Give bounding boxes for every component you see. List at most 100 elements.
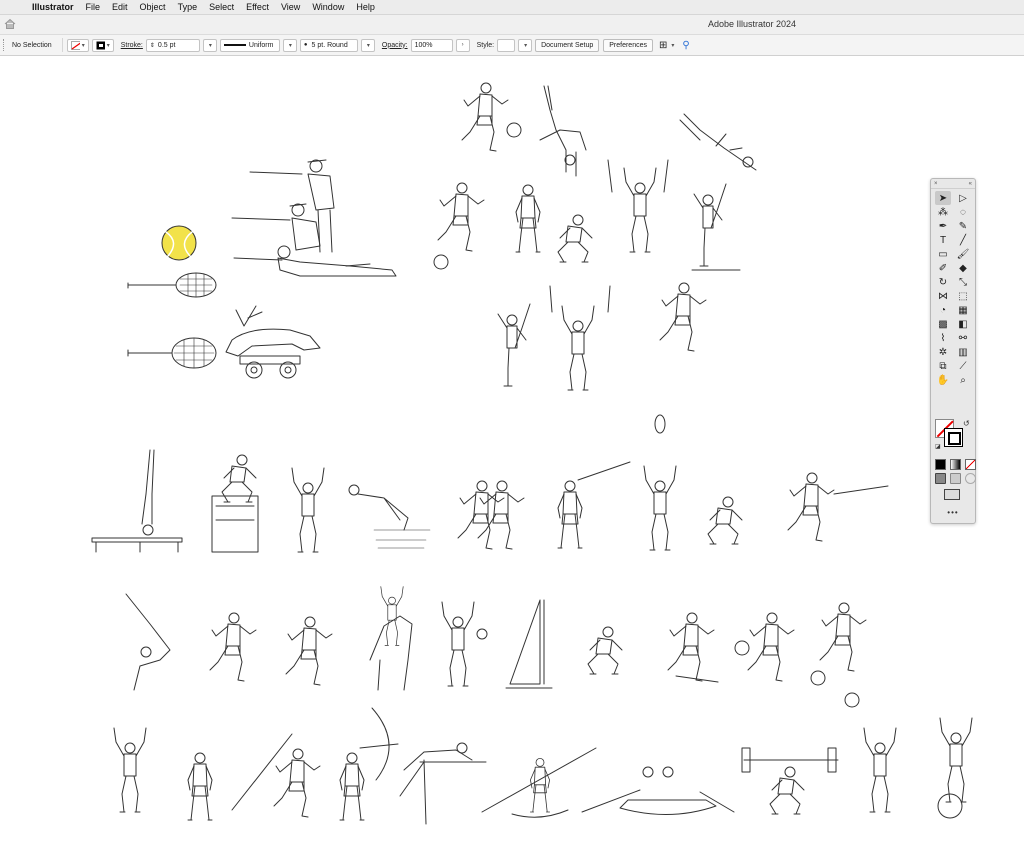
- zoom-tool-icon[interactable]: ⌕: [955, 373, 971, 387]
- shaper-tool-icon[interactable]: ✐: [935, 261, 951, 275]
- rings-gymnast-illustration[interactable]: [549, 285, 611, 391]
- cheering-athlete-illustration[interactable]: [113, 727, 147, 813]
- runner-illustration[interactable]: [285, 616, 333, 686]
- basketball-player-illustration[interactable]: [461, 82, 522, 152]
- athlete-standing-illustration[interactable]: [187, 752, 213, 821]
- collapse-icon[interactable]: «: [969, 181, 972, 187]
- gymnast-leg-up-illustration[interactable]: [691, 183, 741, 271]
- free-transform-tool-icon[interactable]: ⬚: [955, 289, 971, 303]
- runner-illustration[interactable]: [209, 612, 257, 682]
- style-dropdown[interactable]: ▾: [518, 38, 533, 52]
- opacity-dropdown[interactable]: ›: [455, 38, 470, 52]
- archer-illustration[interactable]: [339, 707, 399, 821]
- width-tool-icon[interactable]: ⋈: [935, 289, 951, 303]
- weightlifter-illustration[interactable]: [741, 747, 839, 815]
- perspective-grid-tool-icon[interactable]: ▦: [955, 303, 971, 317]
- paintbrush-tool-icon[interactable]: 🖌: [955, 247, 971, 261]
- sailboat-illustration[interactable]: [505, 599, 553, 689]
- athlete-stretch-illustration[interactable]: [291, 467, 325, 553]
- type-tool-icon[interactable]: T: [935, 233, 951, 247]
- deer-target-illustration[interactable]: [225, 305, 321, 379]
- rings-gymnast-illustration[interactable]: [607, 159, 669, 253]
- menu-edit[interactable]: Edit: [106, 2, 134, 12]
- lasso-tool-icon[interactable]: ◌: [955, 205, 971, 219]
- equestrian-torch-illustration[interactable]: [369, 586, 413, 691]
- document-setup-button[interactable]: Document Setup: [535, 38, 600, 52]
- stroke-swatch-black[interactable]: [944, 428, 963, 447]
- gradient-icon[interactable]: [950, 459, 961, 470]
- home-icon[interactable]: [4, 18, 16, 30]
- basketball-player-illustration[interactable]: [734, 612, 795, 682]
- direct-selection-tool-icon[interactable]: ▷: [955, 191, 971, 205]
- gymnast-floor-illustration[interactable]: [679, 113, 757, 171]
- rectangle-tool-icon[interactable]: ▭: [935, 247, 951, 261]
- gymnast-handstand-illustration[interactable]: [539, 85, 587, 177]
- none-icon[interactable]: [965, 459, 976, 470]
- tennis-ball-illustration[interactable]: [161, 225, 197, 261]
- chevron-down-icon[interactable]: ▾: [671, 42, 674, 49]
- stroke-label[interactable]: Stroke:: [121, 42, 143, 49]
- menu-help[interactable]: Help: [350, 2, 381, 12]
- graphic-style-swatch[interactable]: [497, 38, 516, 52]
- swap-fill-stroke-icon[interactable]: ↺: [963, 419, 970, 428]
- selection-tool-icon[interactable]: ➤: [935, 191, 951, 205]
- fill-swatch[interactable]: ▾: [66, 38, 89, 52]
- rowing-team-illustration[interactable]: [581, 766, 735, 815]
- opacity-field[interactable]: 100%: [410, 38, 453, 52]
- curvature-tool-icon[interactable]: ✎: [955, 219, 971, 233]
- kayaker-illustration[interactable]: [481, 747, 597, 818]
- menu-effect[interactable]: Effect: [240, 2, 275, 12]
- basketball-jumper-illustration[interactable]: [844, 692, 897, 813]
- soccer-player-illustration[interactable]: [810, 602, 867, 686]
- ball-thrower-illustration[interactable]: [441, 601, 488, 687]
- menu-window[interactable]: Window: [306, 2, 350, 12]
- arrange-documents-icon[interactable]: ⊞: [659, 40, 667, 51]
- symbol-sprayer-tool-icon[interactable]: ✲: [935, 345, 951, 359]
- handstand-bench-illustration[interactable]: [91, 449, 183, 553]
- color-icon[interactable]: [935, 459, 946, 470]
- variable-width-profile-select[interactable]: Uniform: [219, 38, 280, 52]
- screen-mode-icon[interactable]: [944, 489, 960, 500]
- slice-tool-icon[interactable]: ⟋: [955, 359, 971, 373]
- athlete-standing-illustration[interactable]: [515, 184, 541, 253]
- close-icon[interactable]: ×: [934, 181, 938, 187]
- tennis-racket-illustration[interactable]: [127, 272, 217, 298]
- brush-definition-select[interactable]: ● 5 pt. Round: [299, 38, 358, 52]
- menu-file[interactable]: File: [80, 2, 107, 12]
- menu-app-illustrator[interactable]: Illustrator: [26, 2, 80, 12]
- menu-object[interactable]: Object: [134, 2, 172, 12]
- breakdancer-illustration[interactable]: [587, 626, 623, 675]
- eyedropper-tool-icon[interactable]: ⌇: [935, 331, 951, 345]
- menu-view[interactable]: View: [275, 2, 306, 12]
- skateboarder-illustration[interactable]: [667, 612, 719, 683]
- javelin-thrower-illustration[interactable]: [231, 733, 321, 818]
- cyclist-illustration[interactable]: [937, 717, 973, 819]
- tools-panel-header[interactable]: × «: [931, 179, 975, 189]
- hockey-player-illustration[interactable]: [707, 496, 743, 545]
- artboard-canvas[interactable]: [0, 56, 1024, 853]
- mesh-tool-icon[interactable]: ▩: [935, 317, 951, 331]
- rifle-shooters-illustration[interactable]: [231, 159, 397, 277]
- preferences-button[interactable]: Preferences: [603, 38, 653, 52]
- default-fill-stroke-icon[interactable]: ◪: [935, 443, 941, 450]
- edit-toolbar-icon[interactable]: •••: [931, 508, 975, 517]
- stroke-swatch[interactable]: ▾: [91, 38, 114, 52]
- menu-type[interactable]: Type: [172, 2, 204, 12]
- shape-builder-tool-icon[interactable]: ◔: [935, 303, 951, 317]
- hunter-rifle-illustration[interactable]: [557, 461, 631, 549]
- menu-select[interactable]: Select: [203, 2, 240, 12]
- profile-dropdown[interactable]: ▾: [282, 38, 297, 52]
- brush-dropdown[interactable]: ▾: [360, 38, 375, 52]
- puppet-warp-icon[interactable]: ⚲: [682, 40, 689, 51]
- high-jumper-illustration[interactable]: [399, 742, 487, 825]
- soccer-player-illustration[interactable]: [433, 182, 485, 270]
- dancers-pair-illustration[interactable]: [457, 480, 525, 550]
- gymnast-balance-illustration[interactable]: [497, 303, 531, 387]
- draw-inside-icon[interactable]: [965, 473, 976, 484]
- gradient-tool-icon[interactable]: ◧: [955, 317, 971, 331]
- blend-tool-icon[interactable]: ⚯: [955, 331, 971, 345]
- hand-tool-icon[interactable]: ✋: [935, 373, 951, 387]
- magic-wand-tool-icon[interactable]: ⁂: [935, 205, 951, 219]
- tennis-racket-illustration[interactable]: [127, 337, 217, 369]
- artboard-tool-icon[interactable]: ⧉: [935, 359, 951, 373]
